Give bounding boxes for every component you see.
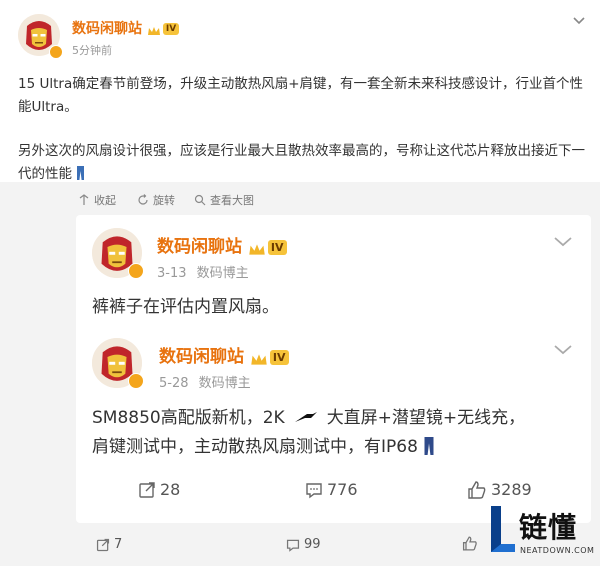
level-badge: IV xyxy=(162,23,180,35)
footer-comment-button[interactable]: 99 xyxy=(286,537,321,552)
post-time: 5分钟前 xyxy=(72,44,112,57)
quoted-post-card[interactable] xyxy=(76,215,591,523)
thumb-up-icon xyxy=(468,480,486,499)
crown-icon xyxy=(147,24,161,35)
comment-icon xyxy=(286,539,300,552)
collect-button[interactable]: 收起 xyxy=(78,192,116,208)
quote-comment-count: 776 xyxy=(327,480,358,499)
share-icon xyxy=(96,538,110,551)
collect-label: 收起 xyxy=(94,194,116,207)
quote2-text-line1-a: SM8850高配版新机，2K xyxy=(92,408,285,428)
quote2-date: 5-28 xyxy=(159,376,189,391)
rotate-icon xyxy=(138,194,148,205)
quote-repost-button[interactable]: 28 xyxy=(138,480,180,499)
footer-comment-count: 99 xyxy=(304,537,321,552)
post-text-line1: 15 Ultra确定春节前登场，升级主动散热风扇+肩键，有一套全新未来科技感设计… xyxy=(18,76,584,115)
share-icon xyxy=(139,481,155,498)
quote1-meta: 3-13 数码博主 xyxy=(157,262,249,281)
quote2-text-line2: 肩键测试中，主动散热风扇测试中，有IP68 xyxy=(92,432,435,457)
post-text-line2: 另外这次的风扇设计很强，应该是行业最大且散热效率最高的，号称让这代芯片释放出接近… xyxy=(18,140,593,186)
footer-like-button[interactable] xyxy=(462,536,478,551)
thumb-up-icon xyxy=(462,536,477,551)
quote2-role: 数码博主 xyxy=(198,376,251,391)
level-badge: IV xyxy=(267,239,287,255)
post-author-name[interactable]: 数码闲聊站 IV xyxy=(72,18,180,38)
quote-like-button[interactable]: 3289 xyxy=(467,480,532,499)
jeans-icon xyxy=(77,166,85,180)
chevron-down-icon[interactable] xyxy=(553,236,573,248)
chevron-down-icon[interactable] xyxy=(572,16,586,26)
quote1-author[interactable]: 数码闲聊站 IV xyxy=(157,232,287,257)
level-badge: IV xyxy=(269,349,289,365)
watermark-logo: 链懂 NEATDOWN.COM xyxy=(485,498,600,566)
quote-comment-button[interactable]: 776 xyxy=(305,480,358,499)
l-logo-icon xyxy=(491,506,515,552)
crown-icon xyxy=(250,351,268,365)
quote2-text-line2-text: 肩键测试中，主动散热风扇测试中，有IP68 xyxy=(92,437,418,457)
author-name-text[interactable]: 数码闲聊站 xyxy=(72,21,142,37)
jeans-icon xyxy=(424,437,434,455)
verified-badge-icon xyxy=(49,45,63,59)
crown-icon xyxy=(248,241,266,255)
watermark-brand: 链懂 xyxy=(519,511,578,544)
chevron-down-icon[interactable] xyxy=(553,344,573,356)
comment-icon xyxy=(306,482,322,498)
collapse-icon xyxy=(79,194,89,205)
quote-like-count: 3289 xyxy=(491,480,532,499)
quote1-author-text[interactable]: 数码闲聊站 xyxy=(157,237,242,257)
quote-repost-count: 28 xyxy=(160,480,181,499)
footer-repost-count: 7 xyxy=(114,537,123,552)
magnify-icon xyxy=(194,194,206,206)
quote1-role: 数码博主 xyxy=(196,266,249,281)
quote2-meta: 5-28 数码博主 xyxy=(159,372,251,391)
quote2-text-line1: SM8850高配版新机，2K 大直屏+潜望镜+无线充， xyxy=(92,403,525,428)
quote1-date: 3-13 xyxy=(157,266,187,281)
quote2-author-text[interactable]: 数码闲聊站 xyxy=(159,347,244,367)
watermark-url: NEATDOWN.COM xyxy=(520,546,595,555)
quote1-text: 裤裤子在评估内置风扇。 xyxy=(92,297,279,317)
verified-badge-icon xyxy=(128,263,144,279)
arrow-icon xyxy=(294,412,317,422)
footer-repost-button[interactable]: 7 xyxy=(96,537,122,552)
quote2-author[interactable]: 数码闲聊站 IV xyxy=(159,342,289,367)
rotate-label: 旋转 xyxy=(153,194,175,207)
view-large-button[interactable]: 查看大图 xyxy=(194,192,254,208)
view-large-label: 查看大图 xyxy=(210,194,254,207)
rotate-button[interactable]: 旋转 xyxy=(137,192,175,208)
post-text-line2-text: 另外这次的风扇设计很强，应该是行业最大且散热效率最高的，号称让这代芯片释放出接近… xyxy=(18,143,585,182)
verified-badge-icon xyxy=(128,373,144,389)
quote2-text-line1-b: 大直屏+潜望镜+无线充， xyxy=(326,408,526,428)
